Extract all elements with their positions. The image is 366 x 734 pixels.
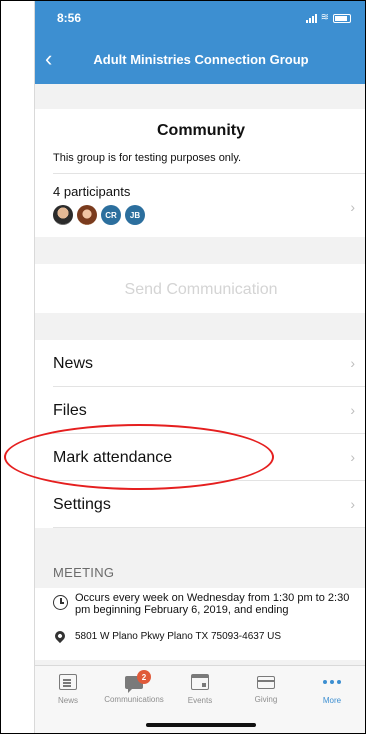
status-time: 8:56: [57, 11, 82, 25]
tab-label: Events: [187, 696, 213, 705]
group-name: Community: [157, 122, 245, 139]
calendar-icon: [191, 674, 209, 690]
group-description: This group is for testing purposes only.: [53, 152, 242, 164]
divider: [53, 173, 365, 174]
battery-icon: [333, 13, 351, 23]
menu-item-label: News: [53, 355, 94, 372]
tab-label: More: [322, 696, 342, 705]
menu-item-label: Mark attendance: [53, 449, 173, 466]
home-indicator: [146, 723, 256, 727]
location-pin-icon: [52, 628, 68, 644]
menu-item-mark-attendance[interactable]: Mark attendance ›: [35, 434, 365, 481]
status-icons: ≋: [305, 12, 351, 23]
group-menu: News › Files › Mark attendance › Setting…: [35, 340, 365, 528]
screenshot-frame: 8:56 ≋ ‹ Adult Ministries Connection Gro…: [0, 0, 366, 734]
chevron-right-icon: ›: [350, 402, 355, 418]
tab-more[interactable]: More: [299, 674, 365, 705]
meeting-details: Occurs every week on Wednesday from 1:30…: [35, 588, 365, 660]
avatar: [53, 205, 73, 225]
chevron-right-icon: ›: [350, 355, 355, 371]
meeting-address[interactable]: 5801 W Plano Pkwy Plano TX 75093-4637 US: [75, 631, 281, 642]
group-card: Community This group is for testing purp…: [35, 109, 365, 237]
divider: [53, 527, 365, 528]
wifi-icon: ≋: [320, 12, 329, 23]
tab-giving[interactable]: Giving: [233, 674, 299, 704]
participants-count: 4 participants: [53, 184, 131, 199]
avatar: CR: [101, 205, 121, 225]
card-icon: [257, 676, 275, 689]
menu-item-news[interactable]: News ›: [35, 340, 365, 387]
notification-badge: 2: [137, 670, 151, 684]
page-title: Adult Ministries Connection Group: [93, 52, 309, 67]
section-gap: [35, 84, 365, 109]
phone-screen: 8:56 ≋ ‹ Adult Ministries Connection Gro…: [34, 1, 365, 733]
chevron-right-icon: ›: [350, 449, 355, 465]
tab-label: News: [57, 696, 78, 705]
app-header: 8:56 ≋ ‹ Adult Ministries Connection Gro…: [35, 1, 365, 84]
tab-label: Giving: [254, 695, 278, 704]
tab-communications[interactable]: 2 Communications: [101, 670, 167, 704]
menu-item-settings[interactable]: Settings ›: [35, 481, 365, 528]
send-communication-button[interactable]: Send Communication: [35, 264, 365, 313]
chevron-right-icon: ›: [350, 496, 355, 512]
meeting-header: MEETING: [53, 565, 115, 580]
communications-icon: 2: [125, 670, 151, 693]
meeting-schedule: Occurs every week on Wednesday from 1:30…: [75, 592, 350, 616]
menu-item-label: Files: [53, 402, 87, 419]
avatar: [77, 205, 97, 225]
send-communication-label: Send Communication: [124, 281, 278, 298]
tab-events[interactable]: Events: [167, 674, 233, 705]
more-icon: [323, 674, 341, 690]
menu-item-files[interactable]: Files ›: [35, 387, 365, 434]
avatar: JB: [125, 205, 145, 225]
tab-news[interactable]: News: [35, 674, 101, 705]
clock-icon: [53, 595, 68, 610]
news-icon: [59, 674, 77, 690]
signal-icon: [305, 13, 317, 23]
menu-item-label: Settings: [53, 496, 111, 513]
avatar-list: CR JB: [53, 205, 145, 225]
tab-label: Communications: [104, 695, 164, 704]
chevron-right-icon: ›: [350, 199, 355, 215]
